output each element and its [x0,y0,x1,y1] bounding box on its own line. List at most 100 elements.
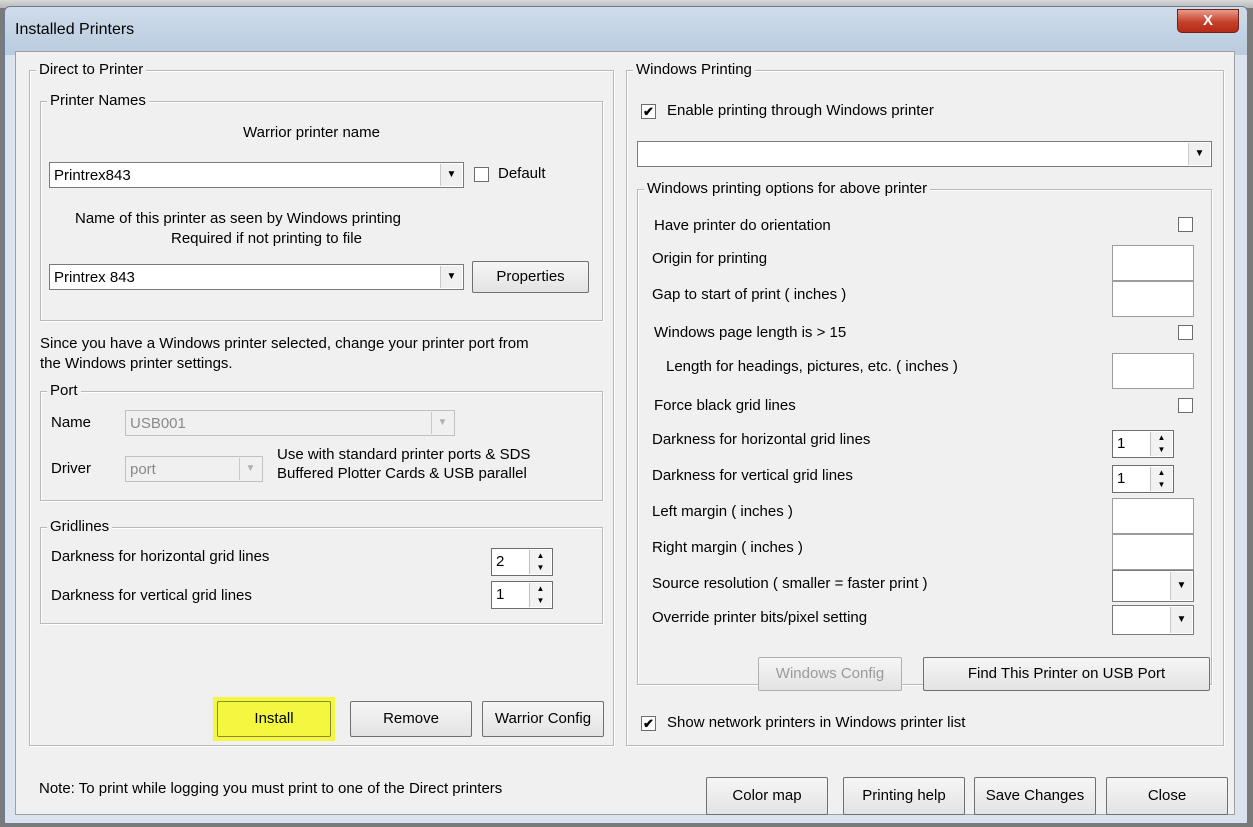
close-window-button[interactable]: X [1177,9,1239,33]
chevron-down-icon[interactable]: ▼ [1188,143,1210,165]
port-name-value: USB001 [130,415,186,432]
arrow-down-icon[interactable]: ▼ [530,595,551,607]
enable-windows-printing-checkbox[interactable]: ✔ [641,104,656,119]
stepper-buttons[interactable]: ▲ ▼ [1150,467,1172,491]
warrior-printer-value: Printrex843 [54,167,131,184]
color-map-button[interactable]: Color map [706,777,828,815]
force-black-label: Force black grid lines [654,397,796,414]
warrior-printer-select[interactable]: Printrex843 ▼ [49,162,464,188]
stepper-buttons[interactable]: ▲ ▼ [529,583,551,607]
length-headings-input[interactable] [1112,353,1194,389]
orientation-checkbox[interactable] [1178,217,1193,232]
driver-note-line-1: Use with standard printer ports & SDS [277,446,531,463]
chevron-down-icon: ▼ [239,458,261,480]
close-button[interactable]: Close [1106,777,1228,815]
dark-horizontal-stepper[interactable]: 1 ▲ ▼ [1112,430,1174,458]
gap-input[interactable] [1112,281,1194,317]
stepper-buttons[interactable]: ▲ ▼ [1150,432,1172,456]
chevron-down-icon[interactable]: ▼ [1170,572,1192,600]
dark-vertical-label: Darkness for vertical grid lines [652,467,853,484]
override-bits-select[interactable]: ▼ [1112,605,1194,635]
gridlines-legend: Gridlines [47,518,113,535]
gridlines-horizontal-value: 2 [496,553,505,570]
windows-options-legend: Windows printing options for above print… [644,180,931,197]
port-legend: Port [47,382,81,399]
page-length-checkbox[interactable] [1178,325,1193,340]
windows-name-required-label: Required if not printing to file [171,230,362,247]
stepper-buttons[interactable]: ▲ ▼ [529,550,551,574]
source-resolution-label: Source resolution ( smaller = faster pri… [652,575,928,592]
chevron-down-icon[interactable]: ▼ [440,164,462,186]
save-changes-button[interactable]: Save Changes [974,777,1096,815]
arrow-down-icon[interactable]: ▼ [1151,479,1172,491]
footer-note: Note: To print while logging you must pr… [39,780,503,797]
port-name-select: USB001 ▼ [125,410,455,436]
gridlines-group: Gridlines Darkness for horizontal grid l… [40,518,603,624]
dialog-client-area: Direct to Printer Printer Names Warrior … [15,51,1235,815]
origin-label: Origin for printing [652,250,768,267]
arrow-up-icon[interactable]: ▲ [530,550,551,562]
show-network-printers-checkbox[interactable]: ✔ [641,716,656,731]
windows-printing-legend: Windows Printing [633,61,755,78]
gridlines-vertical-stepper[interactable]: 1 ▲ ▼ [491,581,553,609]
warrior-printer-name-label: Warrior printer name [243,124,380,141]
port-info-line-2: the Windows printer settings. [40,355,233,372]
driver-select: port ▼ [125,456,263,482]
arrow-down-icon[interactable]: ▼ [530,562,551,574]
driver-label: Driver [51,460,91,477]
port-group: Port Name USB001 ▼ Driver port ▼ Use wit… [40,382,603,501]
installed-printers-dialog: Installed Printers X Direct to Printer P… [4,6,1248,824]
dark-horizontal-value: 1 [1117,435,1126,452]
direct-to-printer-legend: Direct to Printer [36,61,147,78]
window-title: Installed Printers [15,21,135,38]
direct-to-printer-group: Direct to Printer Printer Names Warrior … [29,61,614,746]
orientation-label: Have printer do orientation [654,217,831,234]
gridlines-vertical-label: Darkness for vertical grid lines [51,587,252,604]
arrow-up-icon[interactable]: ▲ [530,583,551,595]
title-bar[interactable]: Installed Printers X [5,7,1247,55]
windows-config-button: Windows Config [758,657,902,691]
windows-name-label: Name of this printer as seen by Windows … [75,210,401,227]
windows-printer-select[interactable]: ▼ [637,141,1212,167]
source-resolution-select[interactable]: ▼ [1112,570,1194,602]
page-length-label: Windows page length is > 15 [654,324,847,341]
arrow-up-icon[interactable]: ▲ [1151,467,1172,479]
length-headings-label: Length for headings, pictures, etc. ( in… [666,358,958,375]
find-usb-printer-button[interactable]: Find This Printer on USB Port [923,657,1210,691]
show-network-printers-label: Show network printers in Windows printer… [667,714,966,731]
windows-printing-group: Windows Printing ✔ Enable printing throu… [626,61,1224,746]
right-margin-label: Right margin ( inches ) [652,539,803,556]
default-label: Default [498,165,546,182]
dark-vertical-value: 1 [1117,470,1126,487]
install-button[interactable]: Install [217,701,331,737]
driver-value: port [130,461,156,478]
right-margin-input[interactable] [1112,534,1194,570]
driver-note-line-2: Buffered Plotter Cards & USB parallel [277,465,527,482]
left-margin-input[interactable] [1112,498,1194,534]
windows-printer-name-value: Printrex 843 [54,269,135,286]
override-bits-label: Override printer bits/pixel setting [652,609,868,626]
printer-names-group: Printer Names Warrior printer name Print… [40,92,603,321]
left-margin-label: Left margin ( inches ) [652,503,793,520]
arrow-up-icon[interactable]: ▲ [1151,432,1172,444]
origin-input[interactable] [1112,245,1194,281]
properties-button[interactable]: Properties [472,261,589,293]
gap-label: Gap to start of print ( inches ) [652,286,847,303]
gridlines-horizontal-stepper[interactable]: 2 ▲ ▼ [491,548,553,576]
gridlines-horizontal-label: Darkness for horizontal grid lines [51,548,270,565]
warrior-config-button[interactable]: Warrior Config [482,701,604,737]
port-info-line-1: Since you have a Windows printer selecte… [40,335,529,352]
arrow-down-icon[interactable]: ▼ [1151,444,1172,456]
dark-vertical-stepper[interactable]: 1 ▲ ▼ [1112,465,1174,493]
chevron-down-icon[interactable]: ▼ [1170,607,1192,633]
windows-printer-name-select[interactable]: Printrex 843 ▼ [49,264,464,290]
printer-names-legend: Printer Names [47,92,149,109]
remove-button[interactable]: Remove [350,701,472,737]
printing-help-button[interactable]: Printing help [843,777,965,815]
default-checkbox[interactable] [474,167,489,182]
chevron-down-icon: ▼ [431,412,453,434]
chevron-down-icon[interactable]: ▼ [440,266,462,288]
force-black-checkbox[interactable] [1178,398,1193,413]
dark-horizontal-label: Darkness for horizontal grid lines [652,431,871,448]
gridlines-vertical-value: 1 [496,586,505,603]
